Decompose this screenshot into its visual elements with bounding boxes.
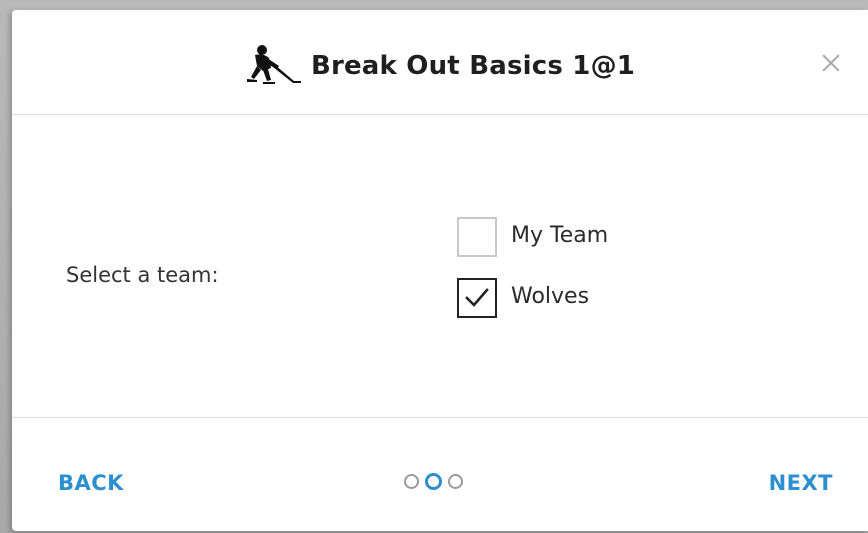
dialog-title: Break Out Basics 1@1 <box>310 51 636 81</box>
my-team-checkbox[interactable] <box>457 217 497 257</box>
step-dot-2-active <box>425 473 442 490</box>
next-button[interactable]: NEXT <box>769 471 833 495</box>
hockey-player-icon <box>245 44 303 88</box>
step-dot-1 <box>404 474 419 489</box>
back-button[interactable]: BACK <box>58 471 124 495</box>
dialog-body: Select a team: My Team Wolves <box>12 115 868 418</box>
step-dot-3 <box>448 474 463 489</box>
team-option-my-team[interactable]: My Team <box>457 217 608 257</box>
checkmark-icon <box>465 288 489 307</box>
dialog-title-group: Break Out Basics 1@1 <box>12 44 868 88</box>
close-icon[interactable] <box>820 52 842 74</box>
team-option-wolves[interactable]: Wolves <box>457 278 589 318</box>
wolves-label: Wolves <box>511 283 590 309</box>
wolves-checkbox[interactable] <box>457 278 497 318</box>
dialog-header: Break Out Basics 1@1 <box>12 10 868 115</box>
wizard-dialog: Break Out Basics 1@1 Select a team: My T… <box>12 10 868 531</box>
select-team-label: Select a team: <box>66 263 219 287</box>
dialog-footer: BACK NEXT <box>12 418 868 531</box>
my-team-label: My Team <box>511 222 609 248</box>
step-indicator <box>404 473 469 490</box>
